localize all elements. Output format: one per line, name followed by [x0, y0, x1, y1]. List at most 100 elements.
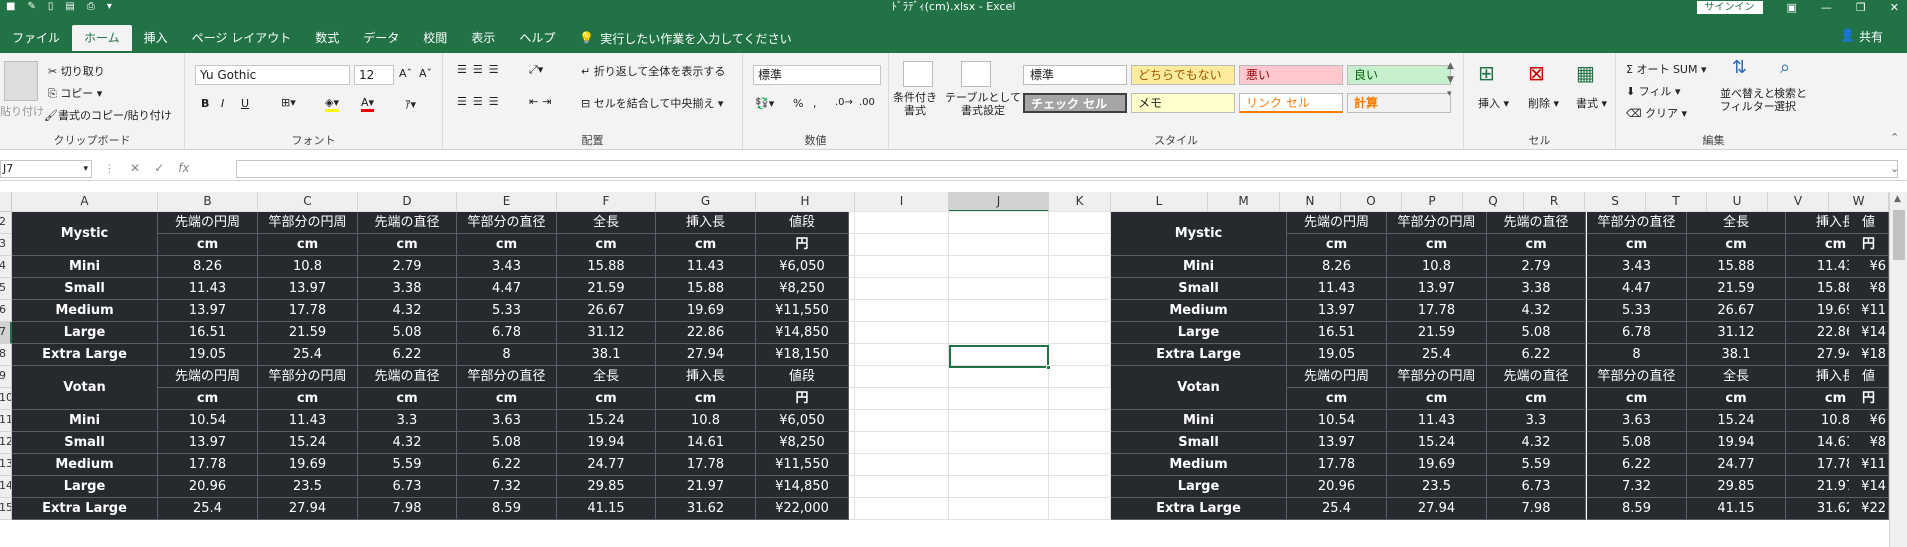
- l-table-name[interactable]: Mystic: [12, 212, 158, 256]
- r-header-3[interactable]: 竿部分の直径: [1587, 212, 1687, 234]
- column-header-U[interactable]: U: [1707, 192, 1768, 212]
- r-value-cell[interactable]: 10.8: [1387, 256, 1487, 278]
- r-size-label[interactable]: Extra Large: [1111, 344, 1287, 366]
- r-value-cell[interactable]: ¥11: [1849, 300, 1889, 322]
- column-header-D[interactable]: D: [358, 192, 457, 212]
- r-value-cell[interactable]: 3.63: [1587, 410, 1687, 432]
- l-value-cell[interactable]: 17.78: [158, 454, 258, 476]
- column-header-O[interactable]: O: [1341, 192, 1402, 212]
- row-header-12[interactable]: 12: [0, 432, 12, 454]
- restore-icon[interactable]: ❐: [1856, 1, 1866, 14]
- l-value-cell[interactable]: 10.8: [656, 410, 756, 432]
- find-select-button[interactable]: 検索と 選択: [1774, 87, 1807, 113]
- l-header-4[interactable]: 全長: [557, 212, 656, 234]
- l-value-cell[interactable]: 15.88: [656, 278, 756, 300]
- l-header-0[interactable]: 先端の円周: [158, 212, 258, 234]
- r-value-cell[interactable]: 15.24: [1387, 432, 1487, 454]
- vertical-scrollbar[interactable]: ▲: [1889, 192, 1907, 547]
- share-button[interactable]: 👤 共有: [1840, 28, 1883, 45]
- r-value-cell[interactable]: 27.94: [1387, 498, 1487, 520]
- r-unit-0[interactable]: cm: [1287, 388, 1387, 410]
- l-unit-5[interactable]: cm: [656, 388, 756, 410]
- l-value-cell[interactable]: ¥8,250: [756, 278, 849, 300]
- l-unit-0[interactable]: cm: [158, 388, 258, 410]
- indent-icons[interactable]: ⇤⇥: [529, 95, 555, 108]
- l-value-cell[interactable]: 5.08: [457, 432, 557, 454]
- r-table-name[interactable]: Mystic: [1111, 212, 1287, 256]
- cell-style-1[interactable]: どちらでもない: [1131, 65, 1235, 85]
- l-value-cell[interactable]: 11.43: [656, 256, 756, 278]
- l-value-cell[interactable]: 13.97: [258, 278, 358, 300]
- l-value-cell[interactable]: 17.78: [258, 300, 358, 322]
- fill-handle[interactable]: [1046, 365, 1051, 370]
- column-header-V[interactable]: V: [1768, 192, 1829, 212]
- l-value-cell[interactable]: ¥8,250: [756, 432, 849, 454]
- italic-button[interactable]: I: [221, 97, 224, 110]
- l-value-cell[interactable]: 6.78: [457, 322, 557, 344]
- l-value-cell[interactable]: 21.97: [656, 476, 756, 498]
- r-value-cell[interactable]: 21.59: [1687, 278, 1786, 300]
- l-value-cell[interactable]: ¥11,550: [756, 300, 849, 322]
- orientation-icon[interactable]: ⤢▾: [529, 63, 543, 77]
- currency-icon[interactable]: 💱▾: [755, 97, 774, 110]
- l-value-cell[interactable]: 11.43: [258, 410, 358, 432]
- wrap-text-button[interactable]: ↵ 折り返して全体を表示する: [581, 63, 725, 79]
- l-unit-6[interactable]: 円: [756, 388, 849, 410]
- cancel-icon[interactable]: ✕: [130, 161, 154, 175]
- l-value-cell[interactable]: 5.08: [358, 322, 457, 344]
- minimize-icon[interactable]: —: [1821, 1, 1832, 14]
- r-unit-1[interactable]: cm: [1387, 388, 1487, 410]
- l-value-cell[interactable]: 19.05: [158, 344, 258, 366]
- format-painter-button[interactable]: 🖌書式のコピー/貼り付け: [44, 107, 172, 123]
- l-unit-2[interactable]: cm: [358, 388, 457, 410]
- l-value-cell[interactable]: 5.59: [358, 454, 457, 476]
- column-header-H[interactable]: H: [756, 192, 855, 212]
- r-unit-6[interactable]: 円: [1849, 234, 1889, 256]
- insert-cells-button[interactable]: 挿入 ▾: [1478, 95, 1509, 111]
- r-value-cell[interactable]: 13.97: [1287, 300, 1387, 322]
- r-size-label[interactable]: Extra Large: [1111, 498, 1287, 520]
- row-header-11[interactable]: 11: [0, 410, 12, 432]
- l-value-cell[interactable]: 2.79: [358, 256, 457, 278]
- l-value-cell[interactable]: 13.97: [158, 300, 258, 322]
- tab-6[interactable]: 校閲: [411, 25, 459, 51]
- column-header-L[interactable]: L: [1111, 192, 1208, 212]
- row-header-5[interactable]: 5: [0, 278, 12, 300]
- format-cells-button[interactable]: 書式 ▾: [1576, 95, 1607, 111]
- row-header-3[interactable]: 3: [0, 234, 12, 256]
- l-value-cell[interactable]: 15.88: [557, 256, 656, 278]
- r-value-cell[interactable]: 19.69: [1387, 454, 1487, 476]
- l-value-cell[interactable]: 19.94: [557, 432, 656, 454]
- l-size-label[interactable]: Large: [12, 476, 158, 498]
- r-size-label[interactable]: Medium: [1111, 454, 1287, 476]
- ribbon-display-icon[interactable]: ▣: [1787, 1, 1797, 14]
- l-value-cell[interactable]: 26.67: [557, 300, 656, 322]
- r-value-cell[interactable]: 25.4: [1287, 498, 1387, 520]
- r-value-cell[interactable]: 6.73: [1487, 476, 1586, 498]
- r-size-label[interactable]: Large: [1111, 322, 1287, 344]
- l-header-6[interactable]: 値段: [756, 212, 849, 234]
- r-value-cell[interactable]: 5.33: [1587, 300, 1687, 322]
- r-value-cell[interactable]: 31.12: [1687, 322, 1786, 344]
- l-unit-5[interactable]: cm: [656, 234, 756, 256]
- l-header-1[interactable]: 竿部分の円周: [258, 212, 358, 234]
- l-header-5[interactable]: 挿入長: [656, 212, 756, 234]
- l-value-cell[interactable]: 6.22: [457, 454, 557, 476]
- r-value-cell[interactable]: ¥6: [1849, 256, 1889, 278]
- r-value-cell[interactable]: 19.94: [1687, 432, 1786, 454]
- l-value-cell[interactable]: 27.94: [258, 498, 358, 520]
- r-unit-2[interactable]: cm: [1487, 234, 1586, 256]
- r-value-cell[interactable]: 11.43: [1387, 410, 1487, 432]
- r-value-cell[interactable]: 16.51: [1287, 322, 1387, 344]
- l-value-cell[interactable]: 7.98: [358, 498, 457, 520]
- l-unit-1[interactable]: cm: [258, 388, 358, 410]
- l-value-cell[interactable]: 21.59: [557, 278, 656, 300]
- paste-button[interactable]: 貼り付け: [0, 103, 44, 119]
- r-size-label[interactable]: Mini: [1111, 256, 1287, 278]
- insert-function-button[interactable]: fx: [178, 161, 189, 175]
- r-value-cell[interactable]: 3.38: [1487, 278, 1586, 300]
- r-value-cell[interactable]: 15.88: [1687, 256, 1786, 278]
- l-value-cell[interactable]: 14.61: [656, 432, 756, 454]
- r-value-cell[interactable]: 21.59: [1387, 322, 1487, 344]
- l-header-0[interactable]: 先端の円周: [158, 366, 258, 388]
